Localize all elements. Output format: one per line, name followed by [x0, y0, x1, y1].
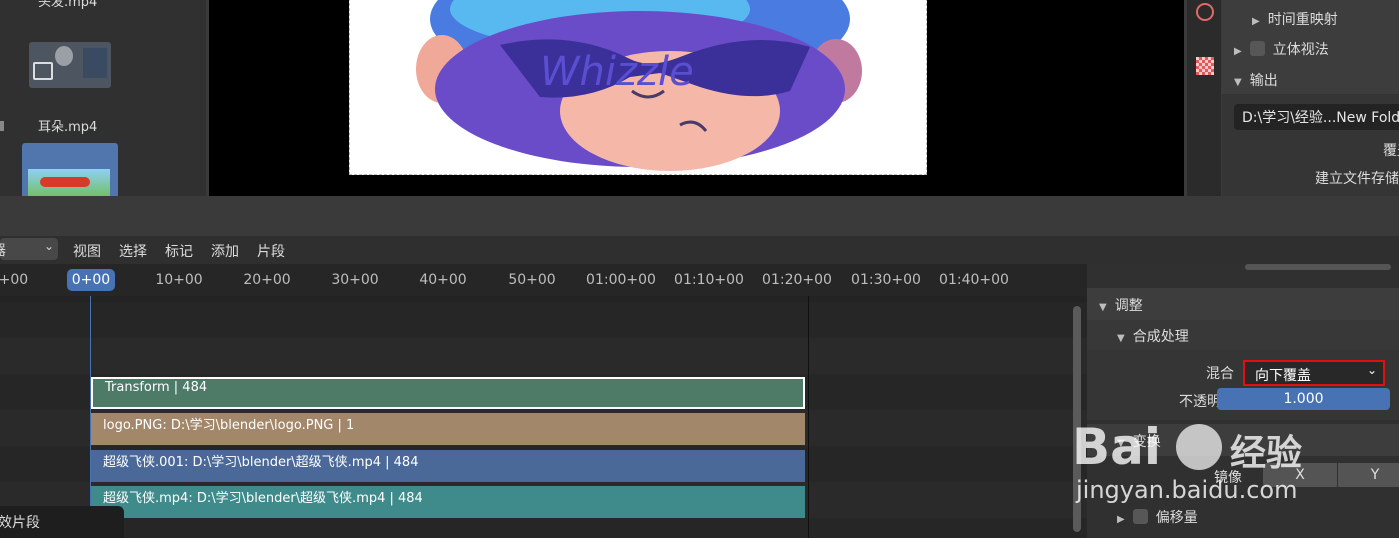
transform-strip[interactable]: Transform | 484: [91, 377, 805, 409]
blend-label: 混合: [1206, 366, 1234, 382]
area-separator: [0, 196, 1399, 236]
properties-tab-strip: [1187, 0, 1221, 196]
expand-icon: ▶: [1234, 46, 1242, 57]
scene-end-line: [808, 296, 809, 538]
sequencer-preview: Whizzle: [209, 0, 1184, 196]
timeline-ruler[interactable]: -10+00 0+00 10+00 20+00 30+00 40+00 50+0…: [0, 264, 1087, 296]
output-panel[interactable]: ▼ 输出: [1234, 70, 1278, 90]
character-logo-image: Whizzle: [416, 0, 862, 171]
blend-mode-dropdown[interactable]: 向下覆盖 ⌄: [1243, 360, 1385, 386]
ruler-tick: 01:30+00: [851, 272, 921, 288]
ruler-tick: 01:10+00: [674, 272, 744, 288]
ruler-tick: 01:20+00: [762, 272, 832, 288]
film-icon: [33, 62, 53, 80]
bottom-tab[interactable]: 效片段: [0, 506, 124, 538]
mirror-label: 镜像: [1214, 470, 1242, 486]
menu-view[interactable]: 视图: [73, 241, 101, 261]
menu-add[interactable]: 添加: [211, 241, 239, 261]
adjust-panel-header[interactable]: ▼ 调整: [1087, 288, 1399, 320]
preview-canvas: Whizzle: [349, 0, 927, 175]
sidebar-tab-scroll[interactable]: [1245, 264, 1391, 270]
overwrite-checkbox-label[interactable]: 覆盖: [1383, 140, 1399, 160]
file-browser: 头发.mp4 耳朵.mp4: [0, 0, 206, 199]
mirror-x-toggle[interactable]: X: [1263, 463, 1337, 487]
strip-sidebar: ▼ 调整 ▼ 合成处理 混合 向下覆盖 ⌄ 不透明度 1.000 ▼ 变换 镜像 X …: [1087, 264, 1399, 538]
collapse-icon: ▼: [1117, 333, 1125, 344]
world-icon[interactable]: [1196, 3, 1214, 21]
ruler-tick: 10+00: [155, 272, 203, 288]
vertical-scrollbar[interactable]: [1073, 306, 1081, 532]
collapse-icon: ▼: [1117, 438, 1125, 449]
expand-icon: ▶: [1252, 16, 1260, 27]
placeholders-checkbox-label[interactable]: 建立文件存储: [1315, 168, 1399, 188]
sequencer-timeline[interactable]: Transform | 484 logo.PNG: D:\学习\blender\…: [0, 296, 1087, 538]
chevron-down-icon: ⌄: [1366, 363, 1377, 377]
menu-marker[interactable]: 标记: [165, 241, 193, 261]
video-thumbnail[interactable]: [29, 42, 111, 88]
opacity-slider[interactable]: 1.000: [1217, 388, 1390, 410]
file-label[interactable]: 头发.mp4: [38, 0, 97, 10]
offset-subpanel[interactable]: ▶ 偏移量: [1117, 507, 1198, 527]
stereo-checkbox[interactable]: [1249, 41, 1265, 56]
menu-select[interactable]: 选择: [119, 241, 147, 261]
offset-checkbox[interactable]: [1132, 509, 1148, 524]
playhead-line[interactable]: [90, 296, 91, 538]
texture-icon[interactable]: [1196, 57, 1214, 75]
collapse-icon: ▼: [1234, 77, 1242, 88]
channel-row: [0, 302, 1087, 338]
mirror-y-toggle[interactable]: Y: [1338, 463, 1399, 487]
collapse-icon: ▼: [1099, 302, 1107, 313]
transform-panel-header[interactable]: ▼ 变换: [1087, 424, 1399, 456]
stereo-panel[interactable]: ▶ 立体视法: [1234, 39, 1329, 59]
compositing-subpanel-header[interactable]: ▼ 合成处理: [1087, 320, 1399, 350]
playhead-frame-label[interactable]: 0+00: [67, 269, 115, 291]
movie-strip[interactable]: 超级飞侠.mp4: D:\学习\blender\超级飞侠.mp4 | 484: [91, 486, 805, 518]
channel-row: [0, 338, 1087, 374]
image-strip[interactable]: logo.PNG: D:\学习\blender\logo.PNG | 1: [91, 413, 805, 445]
ruler-tick: 20+00: [243, 272, 291, 288]
channel-row: [0, 518, 1087, 538]
movie-strip[interactable]: 超级飞侠.001: D:\学习\blender\超级飞侠.mp4 | 484: [91, 450, 805, 482]
svg-text:Whizzle: Whizzle: [540, 49, 694, 95]
file-label[interactable]: 耳朵.mp4: [38, 116, 97, 135]
video-thumbnail-selected[interactable]: [22, 143, 118, 199]
ruler-tick: 50+00: [508, 272, 556, 288]
sequencer-header: 器 ⌄ 视图 选择 标记 添加 片段: [0, 236, 1399, 264]
ruler-tick: 01:00+00: [586, 272, 656, 288]
expand-icon: ▶: [1117, 514, 1125, 525]
output-path-field[interactable]: D:\学习\经验...New Folde: [1234, 104, 1399, 130]
editor-type-dropdown[interactable]: 器 ⌄: [0, 238, 58, 260]
output-properties: ▶时间重映射 ▶立体视法 ▼输出 D:\学习\经验...New Folde 覆盖…: [1222, 0, 1399, 196]
ruler-tick: 40+00: [419, 272, 467, 288]
ruler-tick: 30+00: [331, 272, 379, 288]
chevron-down-icon: ⌄: [43, 239, 54, 253]
ruler-tick: -10+00: [0, 272, 29, 288]
ruler-tick: 01:40+00: [939, 272, 1009, 288]
menu-strip[interactable]: 片段: [257, 241, 285, 261]
time-remap-panel[interactable]: ▶ 时间重映射: [1252, 9, 1338, 29]
